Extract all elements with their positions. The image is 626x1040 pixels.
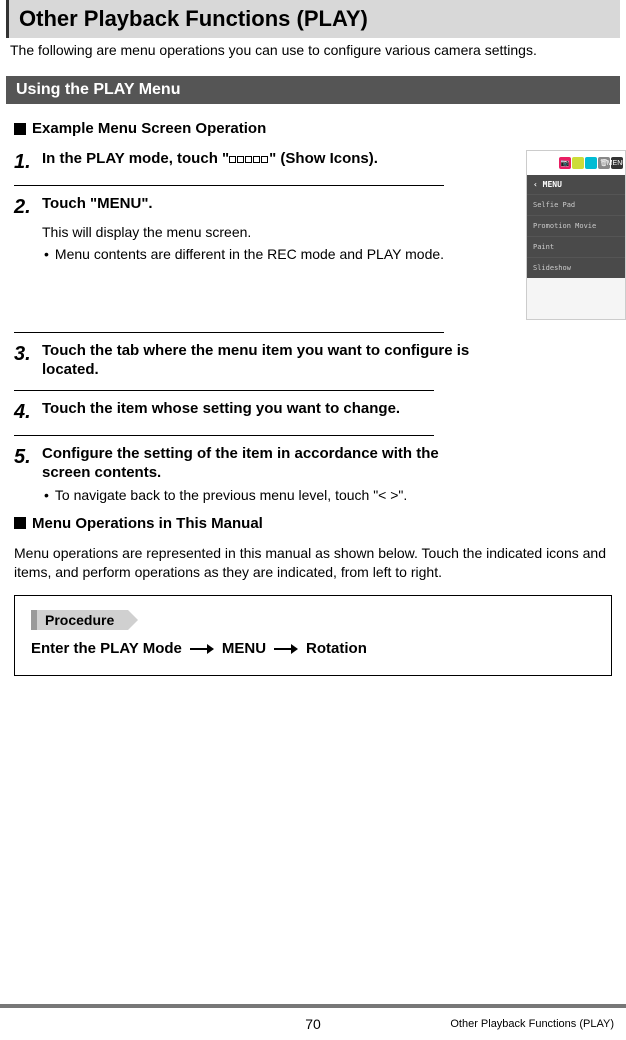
menu-screenshot: 📷 🗑 MENU ‹ MENU Selfie Pad Promotion Mov… (526, 150, 626, 320)
camera-icon: 📷 (559, 157, 571, 169)
explain-text: Menu operations are represented in this … (0, 544, 626, 582)
page-footer: 70 Other Playback Functions (PLAY) (0, 1000, 626, 1040)
step-5: 5. Configure the setting of the item in … (14, 444, 474, 505)
key-icon (572, 157, 584, 169)
sub-heading-2-text: Menu Operations in This Manual (32, 515, 263, 532)
step-divider (14, 185, 444, 186)
step-5-bullet: • To navigate back to the previous menu … (42, 486, 474, 505)
step-number: 1. (14, 149, 34, 175)
screenshot-menu-header: ‹ MENU (527, 175, 625, 194)
screenshot-menu-item: Slideshow (527, 257, 625, 278)
step-2-bullet: • Menu contents are different in the REC… (42, 245, 474, 264)
arrow-icon (190, 644, 214, 654)
step-2-head: Touch "MENU". (42, 194, 153, 214)
step-number: 4. (14, 399, 34, 425)
step-number: 3. (14, 341, 34, 367)
wifi-icon (585, 157, 597, 169)
procedure-label-wrap: Procedure (31, 610, 128, 630)
step-5-body: • To navigate back to the previous menu … (42, 486, 474, 505)
screenshot-menu-panel: ‹ MENU Selfie Pad Promotion Movie Paint … (527, 175, 625, 278)
square-bullet-icon (14, 517, 26, 529)
square-bullet-icon (14, 123, 26, 135)
step-divider (14, 332, 444, 333)
section-header: Using the PLAY Menu (6, 76, 620, 104)
step-number: 5. (14, 444, 34, 470)
sub-heading-1-text: Example Menu Screen Operation (32, 120, 266, 137)
intro-text: The following are menu operations you ca… (0, 42, 626, 58)
page-title-bar: Other Playback Functions (PLAY) (6, 0, 620, 38)
step-3: 3. Touch the tab where the menu item you… (14, 341, 474, 380)
proc-step-3: Rotation (306, 640, 367, 657)
footer-section-name: Other Playback Functions (PLAY) (450, 1018, 614, 1030)
screenshot-icon-row: 📷 🗑 MENU (527, 151, 625, 175)
screenshot-menu-item: Promotion Movie (527, 215, 625, 236)
show-icons-icon (229, 149, 269, 169)
footer-bar (0, 1004, 626, 1008)
step-5-head: Configure the setting of the item in acc… (42, 444, 474, 483)
step-1-head: In the PLAY mode, touch "" (Show Icons). (42, 149, 378, 169)
bullet-dot-icon: • (44, 486, 49, 505)
procedure-box: Procedure Enter the PLAY Mode MENU Rotat… (14, 595, 612, 676)
procedure-path: Enter the PLAY Mode MENU Rotation (31, 640, 595, 657)
step-divider (14, 435, 434, 436)
step-2-body: This will display the menu screen. • Men… (42, 223, 474, 264)
menu-badge-icon: MENU (611, 157, 623, 169)
arrow-icon (274, 644, 298, 654)
step-2: 2. Touch "MENU". This will display the m… (14, 194, 474, 264)
proc-step-2: MENU (222, 640, 266, 657)
step-1: 1. In the PLAY mode, touch "" (Show Icon… (14, 149, 474, 175)
screenshot-menu-item: Paint (527, 236, 625, 257)
procedure-label: Procedure (31, 610, 128, 630)
bullet-dot-icon: • (44, 245, 49, 264)
proc-step-1: Enter the PLAY Mode (31, 640, 182, 657)
step-4: 4. Touch the item whose setting you want… (14, 399, 474, 425)
screenshot-menu-item: Selfie Pad (527, 194, 625, 215)
step-4-head: Touch the item whose setting you want to… (42, 399, 400, 419)
steps-list: 1. In the PLAY mode, touch "" (Show Icon… (14, 149, 474, 505)
sub-heading-example: Example Menu Screen Operation (14, 120, 612, 137)
step-divider (14, 390, 434, 391)
sub-heading-manual: Menu Operations in This Manual (14, 515, 612, 532)
page-title: Other Playback Functions (PLAY) (19, 6, 610, 32)
step-number: 2. (14, 194, 34, 220)
step-3-head: Touch the tab where the menu item you wa… (42, 341, 474, 380)
